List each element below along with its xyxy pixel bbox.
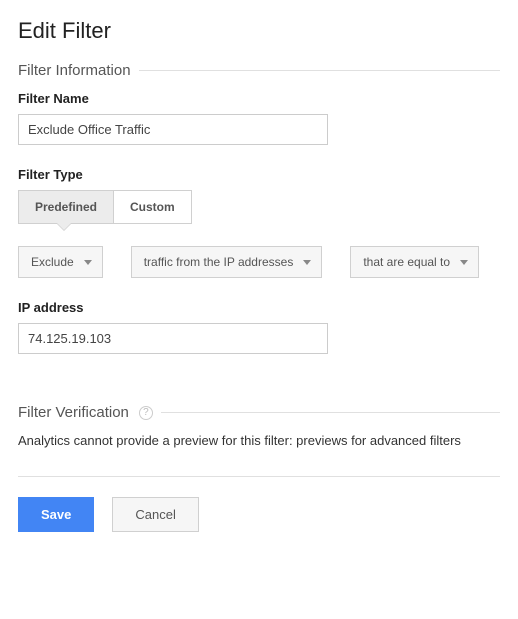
help-icon[interactable]: ? <box>139 406 153 420</box>
filter-action-select[interactable]: Exclude <box>18 246 103 278</box>
filter-expression-value: that are equal to <box>363 255 450 269</box>
chevron-down-icon <box>84 260 92 265</box>
save-button[interactable]: Save <box>18 497 94 532</box>
filter-information-header: Filter Information <box>18 62 500 79</box>
section-title: Filter Verification <box>18 404 129 421</box>
filter-action-value: Exclude <box>31 255 74 269</box>
footer-divider <box>18 476 500 477</box>
chevron-down-icon <box>460 260 468 265</box>
divider <box>161 412 500 413</box>
chevron-down-icon <box>303 260 311 265</box>
predefined-tab[interactable]: Predefined <box>19 191 113 223</box>
filter-type-toggle: Predefined Custom <box>18 190 192 224</box>
filter-source-select[interactable]: traffic from the IP addresses <box>131 246 323 278</box>
filter-type-field: Filter Type Predefined Custom Exclude tr… <box>18 167 500 354</box>
filter-expression-select[interactable]: that are equal to <box>350 246 479 278</box>
filter-name-label: Filter Name <box>18 91 500 106</box>
action-buttons: Save Cancel <box>18 497 500 532</box>
filter-verification-header: Filter Verification ? <box>18 404 500 421</box>
filter-type-label: Filter Type <box>18 167 500 182</box>
verification-message: Analytics cannot provide a preview for t… <box>18 433 500 448</box>
filter-name-input[interactable] <box>18 114 328 145</box>
page-title: Edit Filter <box>18 18 500 44</box>
ip-address-label: IP address <box>18 300 500 315</box>
cancel-button[interactable]: Cancel <box>112 497 198 532</box>
custom-tab[interactable]: Custom <box>113 191 191 223</box>
active-tab-indicator-fill <box>57 223 71 230</box>
filter-name-field: Filter Name <box>18 91 500 145</box>
ip-address-input[interactable] <box>18 323 328 354</box>
filter-source-value: traffic from the IP addresses <box>144 255 294 269</box>
predefined-filter-row: Exclude traffic from the IP addresses th… <box>18 246 500 278</box>
divider <box>139 70 500 71</box>
section-title: Filter Information <box>18 62 131 79</box>
